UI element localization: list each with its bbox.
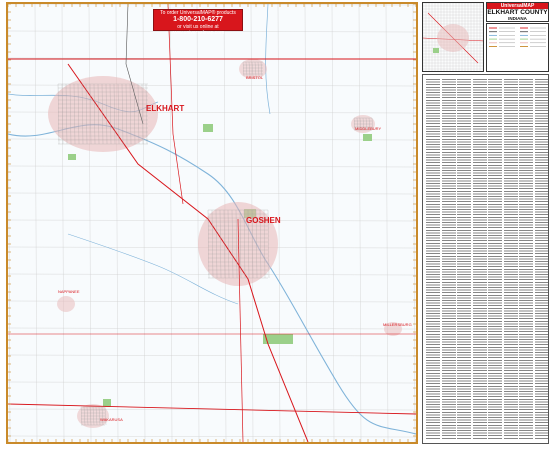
main-map-panel[interactable]: To order UniversalMAP® products 1-800-21… bbox=[6, 2, 418, 444]
index-column bbox=[534, 79, 548, 439]
index-column bbox=[503, 79, 518, 439]
index-column bbox=[472, 79, 487, 439]
place-label-elkhart: ELKHART bbox=[146, 104, 185, 113]
state-title: INDIANA bbox=[508, 16, 527, 21]
inset-map-svg bbox=[423, 3, 483, 71]
place-label-bristol: BRISTOL bbox=[246, 75, 264, 80]
inset-map[interactable] bbox=[422, 2, 484, 72]
place-label-goshen: GOSHEN bbox=[246, 216, 281, 225]
index-column bbox=[426, 79, 440, 439]
index-column bbox=[488, 79, 502, 439]
place-label-nappanee: NAPPANEE bbox=[58, 289, 80, 294]
map-title-block: UniversalMAP ELKHART COUNTY INDIANA bbox=[486, 2, 549, 22]
promo-phone[interactable]: 1-800-210-6277 bbox=[154, 16, 242, 24]
promo-url[interactable]: www.universalmap.com bbox=[154, 30, 242, 36]
legend-svg bbox=[489, 27, 546, 47]
index-column bbox=[441, 79, 456, 439]
county-map-svg[interactable] bbox=[8, 4, 416, 442]
index-column bbox=[519, 79, 533, 439]
sidebar-panel: UniversalMAP ELKHART COUNTY INDIANA bbox=[422, 2, 549, 444]
street-index[interactable] bbox=[422, 74, 549, 444]
order-promo-box[interactable]: To order UniversalMAP® products 1-800-21… bbox=[153, 9, 243, 36]
place-label-millersburg: MILLERSBURG bbox=[383, 322, 412, 327]
place-label-middlebury: MIDDLEBURY bbox=[355, 126, 382, 131]
county-title: ELKHART COUNTY bbox=[487, 9, 548, 16]
map-legend bbox=[486, 23, 549, 72]
place-label-wakarusa: WAKARUSA bbox=[100, 417, 123, 422]
urban-areas bbox=[48, 59, 402, 428]
index-column bbox=[457, 79, 471, 439]
